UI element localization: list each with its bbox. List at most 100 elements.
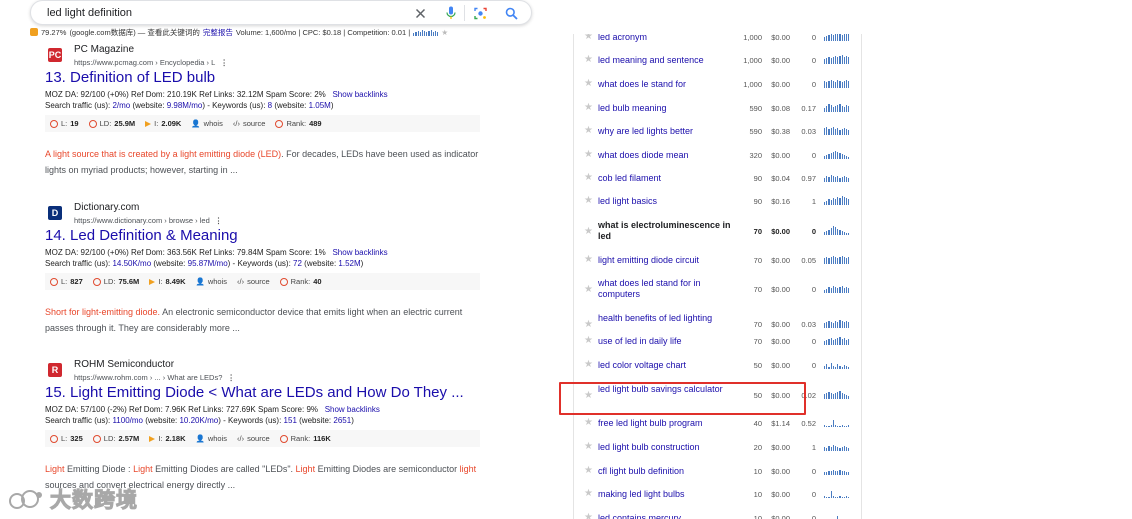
star-icon[interactable]: ★ <box>584 195 593 206</box>
keyword-row[interactable]: ★ what does le stand for 1,000 $0.00 0 <box>574 77 861 91</box>
lens-icon[interactable] <box>472 5 488 21</box>
star-icon[interactable]: ★ <box>584 441 593 452</box>
source-link[interactable]: ‹/› source <box>237 277 270 286</box>
star-icon[interactable]: ★ <box>584 149 593 160</box>
star-icon[interactable]: ★ <box>584 254 593 265</box>
keyword-volume: 10 <box>753 490 762 499</box>
star-icon[interactable]: ★ <box>584 78 593 89</box>
keyword-row[interactable]: ★ led meaning and sentence 1,000 $0.00 0 <box>574 53 861 67</box>
result-title-link[interactable]: 14. Led Definition & Meaning <box>45 227 238 244</box>
keyword-link[interactable]: use of led in daily life <box>598 336 733 347</box>
result-source[interactable]: R ROHM Semiconductor https://www.rohm.co… <box>45 355 545 382</box>
star-icon[interactable]: ★ <box>584 417 593 428</box>
result-source[interactable]: PC PC Magazine https://www.pcmag.com › E… <box>45 40 545 67</box>
stat-l[interactable]: L: 827 <box>50 277 83 286</box>
clear-icon[interactable] <box>412 5 428 21</box>
keyword-link[interactable]: cfl light bulb definition <box>598 466 733 477</box>
show-backlinks-link[interactable]: Show backlinks <box>332 90 387 99</box>
keyword-row[interactable]: ★ light emitting diode circuit 70 $0.00 0.05 <box>574 253 861 267</box>
keyword-link[interactable]: led contains mercury <box>598 513 733 519</box>
result-title-link[interactable]: 15. Light Emitting Diode < What are LEDs… <box>45 384 464 401</box>
stat-ld[interactable]: LD: 25.9M <box>88 119 135 128</box>
more-options-icon[interactable]: ⋮ <box>215 216 223 225</box>
stat-i[interactable]: I: 2.09K <box>145 119 181 128</box>
keyword-link[interactable]: led light basics <box>598 196 733 207</box>
star-icon[interactable]: ★ <box>584 488 593 499</box>
star-icon[interactable]: ★ <box>584 512 593 519</box>
search-input[interactable]: led light definition <box>47 7 132 19</box>
show-backlinks-link[interactable]: Show backlinks <box>332 248 387 257</box>
star-icon[interactable]: ★ <box>584 359 593 370</box>
traffic-web: 95.87M/mo <box>187 258 228 268</box>
rank-stat[interactable]: Rank: 40 <box>279 277 322 286</box>
star-icon[interactable]: ★ <box>584 335 593 346</box>
keyword-link[interactable]: light emitting diode circuit <box>598 255 733 266</box>
keyword-row[interactable]: ★ why are led lights better 590 $0.38 0.03 <box>574 124 861 138</box>
show-backlinks-link[interactable]: Show backlinks <box>325 405 380 414</box>
whois-link[interactable]: 👤 whois <box>196 277 228 286</box>
keyword-row[interactable]: ★ use of led in daily life 70 $0.00 0 <box>574 334 861 348</box>
keyword-row[interactable]: ★ led acronym 1,000 $0.00 0 <box>574 34 861 44</box>
stat-l[interactable]: L: 19 <box>50 119 79 128</box>
stat-ld[interactable]: LD: 75.6M <box>92 277 139 286</box>
stat-i[interactable]: I: 2.18K <box>149 434 186 443</box>
keyword-row[interactable]: ★ what does led stand for in computers 70 $… <box>574 276 861 302</box>
result-title-link[interactable]: 13. Definition of LED bulb <box>45 69 215 86</box>
keyword-link[interactable]: making led light bulbs <box>598 489 733 500</box>
stat-i[interactable]: I: 8.49K <box>149 277 186 286</box>
stat-l-value: 19 <box>70 119 79 128</box>
keyword-link[interactable]: free led light bulb program <box>598 418 733 429</box>
keyword-link[interactable]: what does diode mean <box>598 150 733 161</box>
search-box[interactable]: led light definition <box>30 0 532 25</box>
stat-ring-icon <box>50 119 58 128</box>
keyword-link[interactable]: led bulb meaning <box>598 103 733 114</box>
keyword-link[interactable]: led acronym <box>598 34 733 43</box>
keyword-link[interactable]: cob led filament <box>598 173 733 184</box>
keyword-row[interactable]: ★ led contains mercury 10 $0.00 0 <box>574 511 861 519</box>
whois-link[interactable]: 👤 whois <box>191 119 223 128</box>
star-icon[interactable]: ★ <box>584 34 593 42</box>
keyword-row[interactable]: ★ making led light bulbs 10 $0.00 0 <box>574 487 861 501</box>
star-icon[interactable]: ★ <box>584 54 593 65</box>
keyword-row[interactable]: ★ led light basics 90 $0.16 1 <box>574 194 861 208</box>
keyword-row[interactable]: ★ led light bulb construction 20 $0.00 1 <box>574 440 861 454</box>
star-icon[interactable]: ★ <box>441 28 448 37</box>
keyword-row[interactable]: ★ cfl light bulb definition 10 $0.00 0 <box>574 464 861 478</box>
keyword-row[interactable]: ★ what is electroluminescence in led 70 $0.… <box>574 218 861 244</box>
source-link[interactable]: ‹/› source <box>233 119 266 128</box>
keyword-row[interactable]: ★ led bulb meaning 590 $0.08 0.17 <box>574 101 861 115</box>
more-options-icon[interactable]: ⋮ <box>220 58 228 67</box>
keyword-link[interactable]: led color voltage chart <box>598 360 733 371</box>
snippet-text: Emitting Diodes are called "LEDs". <box>152 464 296 474</box>
keyword-link[interactable]: what does le stand for <box>598 79 733 90</box>
search-icon[interactable] <box>503 5 519 21</box>
star-icon[interactable]: ★ <box>584 172 593 183</box>
keyword-link[interactable]: why are led lights better <box>598 126 733 137</box>
keyword-row[interactable]: ★ free led light bulb program 40 $1.14 0.52 <box>574 416 861 430</box>
whois-link[interactable]: 👤 whois <box>196 434 228 443</box>
keyword-row[interactable]: ★ cob led filament 90 $0.04 0.97 <box>574 171 861 185</box>
stat-ring-icon <box>92 277 101 286</box>
star-icon[interactable]: ★ <box>584 226 593 237</box>
star-icon[interactable]: ★ <box>584 102 593 113</box>
keyword-link[interactable]: what is electroluminescence in led <box>598 220 733 242</box>
star-icon[interactable]: ★ <box>584 284 593 295</box>
full-report-link[interactable]: 完整报告 <box>203 27 233 38</box>
microphone-icon[interactable] <box>443 5 459 21</box>
rank-stat[interactable]: Rank: 489 <box>275 119 322 128</box>
star-icon[interactable]: ★ <box>584 125 593 136</box>
keyword-link[interactable]: led light bulb construction <box>598 442 733 453</box>
stat-ld[interactable]: LD: 2.57M <box>92 434 139 443</box>
result-source[interactable]: D Dictionary.com https://www.dictionary.… <box>45 198 545 225</box>
rank-stat[interactable]: Rank: 116K <box>279 434 331 443</box>
keyword-link[interactable]: led meaning and sentence <box>598 55 733 66</box>
more-options-icon[interactable]: ⋮ <box>227 373 235 382</box>
star-icon[interactable]: ★ <box>584 319 593 330</box>
stat-l[interactable]: L: 325 <box>50 434 83 443</box>
keyword-row[interactable]: ★ led color voltage chart 50 $0.00 0 <box>574 358 861 372</box>
star-icon[interactable]: ★ <box>584 465 593 476</box>
keyword-row[interactable]: ★ what does diode mean 320 $0.00 0 <box>574 148 861 162</box>
source-link[interactable]: ‹/› source <box>237 434 270 443</box>
keyword-link[interactable]: what does led stand for in computers <box>598 278 733 300</box>
keyword-link[interactable]: health benefits of led lighting <box>598 313 733 324</box>
